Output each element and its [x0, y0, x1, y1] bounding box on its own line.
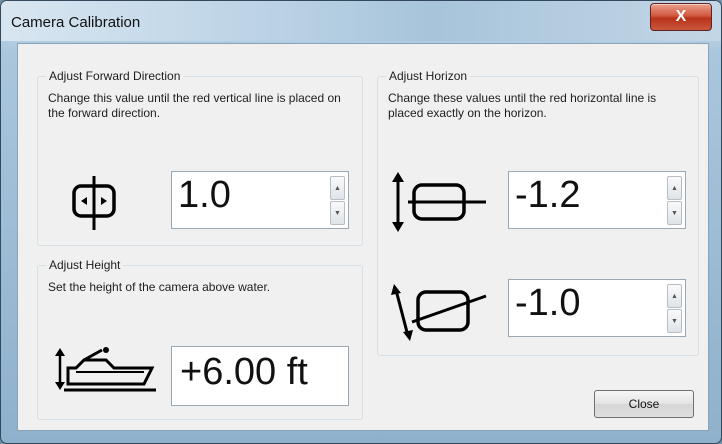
horizon-offset-down-button[interactable]: ▼	[667, 201, 682, 225]
camera-calibration-window: Camera Calibration X Adjust Forward Dire…	[0, 0, 722, 444]
horizon-offset-value: -1.2	[515, 174, 581, 216]
forward-direction-up-button[interactable]: ▲	[330, 176, 345, 200]
chevron-up-icon: ▲	[334, 184, 341, 192]
horizon-tilt-input[interactable]: -1.0 ▲ ▼	[508, 279, 686, 337]
forward-direction-down-button[interactable]: ▼	[330, 201, 345, 225]
chevron-down-icon: ▼	[334, 209, 341, 217]
horizon-tilt-value: -1.0	[515, 282, 581, 324]
chevron-down-icon: ▼	[671, 209, 678, 217]
chevron-up-icon: ▲	[671, 184, 678, 192]
height-value: +6.00 ft	[180, 351, 308, 393]
horizon-tilt-icon	[391, 284, 487, 341]
horizon-tilt-up-button[interactable]: ▲	[667, 284, 682, 308]
close-button[interactable]: Close	[594, 390, 694, 418]
horizon-description: Change these values until the red horizo…	[388, 91, 657, 120]
height-description: Set the height of the camera above water…	[48, 280, 271, 294]
horizon-offset-input[interactable]: -1.2 ▲ ▼	[508, 171, 686, 229]
height-input[interactable]: +6.00 ft	[171, 346, 349, 406]
title-bar[interactable]: Camera Calibration X	[1, 1, 721, 41]
horizon-offset-up-button[interactable]: ▲	[667, 176, 682, 200]
forward-direction-group: Adjust Forward Direction Change this val…	[37, 69, 363, 246]
chevron-down-icon: ▼	[671, 317, 678, 325]
dialog-client-area: Adjust Forward Direction Change this val…	[17, 43, 709, 431]
window-title: Camera Calibration	[11, 14, 141, 31]
window-close-button[interactable]: X	[650, 3, 712, 31]
boat-height-icon	[55, 347, 156, 392]
forward-direction-description: Change this value until the red vertical…	[48, 91, 341, 120]
forward-direction-label: Adjust Forward Direction	[46, 69, 184, 83]
close-icon: X	[675, 8, 687, 25]
forward-direction-icon	[72, 176, 116, 230]
chevron-up-icon: ▲	[671, 292, 678, 300]
forward-direction-input[interactable]: 1.0 ▲ ▼	[171, 171, 349, 229]
forward-direction-value: 1.0	[178, 174, 231, 216]
height-label: Adjust Height	[46, 258, 124, 272]
horizon-group: Adjust Horizon Change these values until…	[377, 69, 699, 356]
horizon-tilt-down-button[interactable]: ▼	[667, 309, 682, 333]
horizon-label: Adjust Horizon	[386, 69, 471, 83]
horizon-vertical-icon	[392, 172, 486, 232]
height-group: Adjust Height Set the height of the came…	[37, 258, 363, 420]
